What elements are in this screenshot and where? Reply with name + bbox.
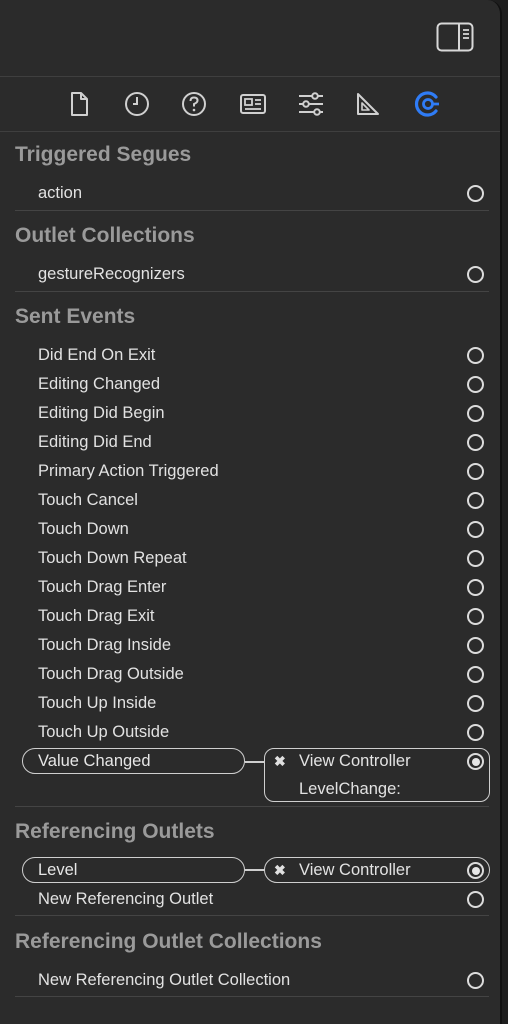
attributes-inspector-icon[interactable] — [296, 89, 326, 119]
event-editing-changed: Editing Changed — [38, 375, 161, 393]
new-referencing-outlet: New Referencing Outlet — [38, 890, 214, 908]
event-touch-cancel: Touch Cancel — [38, 491, 138, 509]
connection-circle-filled[interactable] — [467, 753, 484, 770]
connection-target-name: View Controller — [299, 752, 411, 770]
connection-line — [245, 869, 265, 871]
file-inspector-icon[interactable] — [64, 89, 94, 119]
event-touch-up-inside: Touch Up Inside — [38, 694, 157, 712]
event-touch-drag-inside: Touch Drag Inside — [38, 636, 171, 654]
outlet-level-label: Level — [38, 861, 78, 879]
size-inspector-icon[interactable] — [353, 89, 383, 119]
event-value-changed-pill[interactable]: Value Changed — [22, 748, 245, 774]
connection-circle[interactable] — [467, 185, 484, 202]
event-touch-up-outside: Touch Up Outside — [38, 723, 170, 741]
event-primary-action-triggered: Primary Action Triggered — [38, 462, 219, 480]
new-referencing-outlet-collection: New Referencing Outlet Collection — [38, 971, 291, 989]
outlet-level-pill[interactable]: Level — [22, 857, 245, 883]
connection-circle[interactable] — [467, 608, 484, 625]
section-title-sent-events: Sent Events — [15, 305, 136, 328]
event-touch-drag-outside: Touch Drag Outside — [38, 665, 184, 683]
remove-connection-icon[interactable]: ✖ — [274, 862, 286, 879]
connection-circle[interactable] — [467, 891, 484, 908]
event-touch-drag-exit: Touch Drag Exit — [38, 607, 155, 625]
connection-target-name: View Controller — [299, 861, 411, 879]
connections-inspector-icon[interactable] — [412, 89, 442, 119]
section-title-referencing-outlet-collections: Referencing Outlet Collections — [15, 930, 322, 953]
history-inspector-icon[interactable] — [122, 89, 152, 119]
connection-circle[interactable] — [467, 666, 484, 683]
event-touch-down: Touch Down — [38, 520, 129, 538]
section-title-triggered-segues: Triggered Segues — [15, 143, 192, 166]
event-editing-did-end: Editing Did End — [38, 433, 152, 451]
divider — [15, 996, 489, 997]
segue-item-action: action — [38, 184, 83, 202]
connection-circle[interactable] — [467, 376, 484, 393]
connection-target-method: LevelChange: — [299, 780, 401, 798]
quick-help-icon[interactable] — [179, 89, 209, 119]
inspector-tabs — [0, 77, 500, 132]
connection-circle[interactable] — [467, 463, 484, 480]
remove-connection-icon[interactable]: ✖ — [274, 753, 286, 770]
connection-circle[interactable] — [467, 521, 484, 538]
divider — [15, 915, 489, 916]
connection-circle[interactable] — [467, 405, 484, 422]
connection-circle[interactable] — [467, 434, 484, 451]
connection-circle[interactable] — [467, 347, 484, 364]
toggle-inspector-icon[interactable] — [436, 22, 474, 52]
outlet-collection-item: gestureRecognizers — [38, 265, 185, 283]
event-touch-down-repeat: Touch Down Repeat — [38, 549, 187, 567]
inspector-toolbar — [0, 0, 500, 77]
event-editing-did-begin: Editing Did Begin — [38, 404, 165, 422]
event-touch-drag-enter: Touch Drag Enter — [38, 578, 167, 596]
connection-circle[interactable] — [467, 695, 484, 712]
connection-circle-filled[interactable] — [467, 862, 484, 879]
section-title-outlet-collections: Outlet Collections — [15, 224, 195, 247]
connection-circle[interactable] — [467, 724, 484, 741]
connection-circle[interactable] — [467, 579, 484, 596]
connection-circle[interactable] — [467, 266, 484, 283]
event-did-end-on-exit: Did End On Exit — [38, 346, 156, 364]
divider — [15, 291, 489, 292]
connection-circle[interactable] — [467, 550, 484, 567]
divider — [15, 210, 489, 211]
section-title-referencing-outlets: Referencing Outlets — [15, 820, 215, 843]
connections-inspector-panel: Triggered Segues action Outlet Collectio… — [0, 0, 502, 1024]
connection-circle[interactable] — [467, 637, 484, 654]
connection-circle[interactable] — [467, 492, 484, 509]
event-value-changed-label: Value Changed — [38, 752, 151, 770]
connection-line — [245, 761, 265, 763]
identity-inspector-icon[interactable] — [238, 89, 268, 119]
divider — [15, 806, 489, 807]
connection-circle[interactable] — [467, 972, 484, 989]
